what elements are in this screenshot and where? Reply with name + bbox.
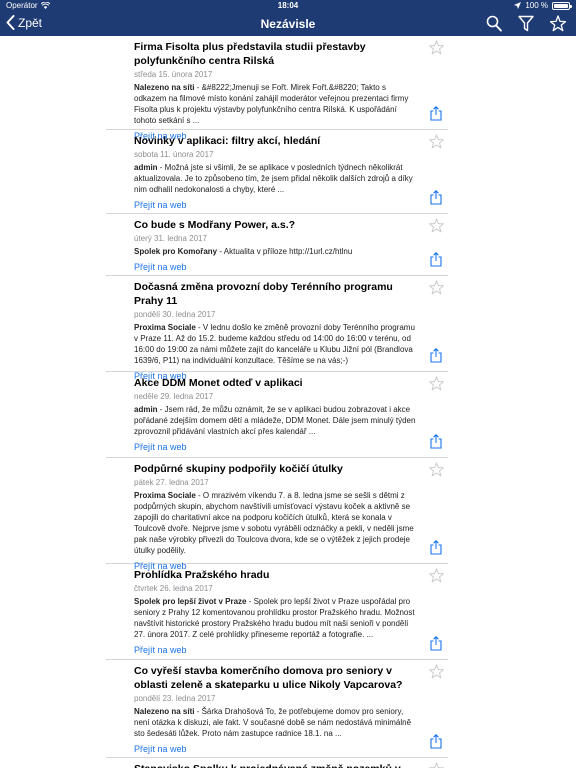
chevron-left-icon [6,15,15,30]
status-bar: Operátor 18:04 100 % [0,0,576,12]
news-title[interactable]: Stanovisko Spolku k projednávané změně p… [134,762,420,768]
news-title[interactable]: Dočasná změna provozní doby Terénního pr… [134,280,420,308]
share-icon[interactable] [430,540,442,555]
back-label: Zpět [18,15,43,30]
news-text: - Možná jste si všimli, že se aplikace v… [134,163,413,194]
back-button[interactable]: Zpět [6,15,42,30]
nav-actions [486,15,567,32]
news-date: pondělí 30. ledna 2017 [134,310,216,319]
share-icon[interactable] [430,434,442,449]
news-text: - Aktualita v příloze http://1url.cz/htl… [217,247,353,256]
share-icon[interactable] [430,734,442,749]
star-icon [549,15,567,32]
news-title[interactable]: Co bude s Modřany Power, a.s.? [134,218,420,232]
news-item[interactable]: Firma Fisolta plus představila studii př… [106,36,448,141]
search-button[interactable] [486,15,502,32]
news-date: pátek 27. ledna 2017 [134,478,209,487]
news-excerpt: admin - Možná jste si všimli, že se apli… [134,162,420,195]
news-excerpt: Nalezeno na síti - &#8222;Jmenuji se Foř… [134,82,420,126]
news-source: Nalezeno na síti [134,707,195,716]
go-to-web-link[interactable]: Přejít na web [134,644,187,656]
news-source: Proxima Sociale [134,323,196,332]
news-title[interactable]: Co vyřeší stavba komerčního domova pro s… [134,664,420,692]
news-title[interactable]: Firma Fisolta plus představila studii př… [134,40,420,68]
news-date: sobota 11. února 2017 [134,150,214,159]
news-item[interactable]: Novinky v aplikaci: filtry akcí, hledání… [106,130,448,214]
news-excerpt: Spolek pro lepší život v Praze - Spolek … [134,596,420,640]
go-to-web-link[interactable]: Přejít na web [134,441,187,453]
news-source: admin [134,163,158,172]
news-title[interactable]: Akce DDM Monet odteď v aplikaci [134,376,420,390]
news-excerpt: Nalezeno na síti - Šárka Drahošová To, ž… [134,706,420,739]
filter-button[interactable] [518,15,534,32]
news-source: Nalezeno na síti [134,83,195,92]
favorite-star-icon[interactable] [429,218,444,233]
location-arrow-icon [514,2,522,9]
share-icon[interactable] [430,106,442,121]
news-excerpt: Proxima Sociale - V lednu došlo ke změně… [134,322,420,366]
favorite-star-icon[interactable] [429,134,444,149]
news-source: Proxima Sociale [134,491,196,500]
news-item[interactable]: Podpůrné skupiny podpořily kočičí útulky… [106,458,448,571]
go-to-web-link[interactable]: Přejít na web [134,743,187,755]
go-to-web-link[interactable]: Přejít na web [134,261,187,273]
news-excerpt: admin - Jsem rád, že můžu oznámit, že se… [134,404,420,437]
clock: 18:04 [277,1,299,10]
news-text: - O mrazivém víkendu 7. a 8. ledna jsme … [134,491,414,555]
filter-icon [518,15,534,32]
battery-percent: 100 % [525,1,548,10]
share-icon[interactable] [430,348,442,363]
news-excerpt: Proxima Sociale - O mrazivém víkendu 7. … [134,490,420,556]
news-item[interactable]: Stanovisko Spolku k projednávané změně p… [106,758,448,768]
news-date: středa 15. února 2017 [134,70,213,79]
news-title[interactable]: Podpůrné skupiny podpořily kočičí útulky [134,462,420,476]
news-date: úterý 31. ledna 2017 [134,234,207,243]
favorite-star-icon[interactable] [429,762,444,768]
news-text: - Jsem rád, že můžu oznámit, že se v apl… [134,405,416,436]
battery-fill [554,3,568,8]
news-date: pondělí 23. ledna 2017 [134,694,216,703]
go-to-web-link[interactable]: Přejít na web [134,199,187,211]
news-list: Firma Fisolta plus představila studii př… [106,36,448,768]
share-icon[interactable] [430,190,442,205]
favorite-star-icon[interactable] [429,568,444,583]
news-item[interactable]: Co vyřeší stavba komerčního domova pro s… [106,660,448,758]
news-item[interactable]: Co bude s Modřany Power, a.s.? úterý 31. … [106,214,448,276]
news-source: admin [134,405,158,414]
battery-icon [552,1,572,10]
news-date: čtvrtek 26. ledna 2017 [134,584,213,593]
news-source: Spolek pro lepší život v Praze [134,597,247,606]
news-source: Spolek pro Komořany [134,247,218,256]
favorite-star-icon[interactable] [429,40,444,55]
news-date: neděle 29. ledna 2017 [134,392,214,401]
navigation-bar: Zpět Nezávisle [0,12,576,36]
news-title[interactable]: Prohlídka Pražského hradu [134,568,420,582]
news-item[interactable]: Prohlídka Pražského hradu čtvrtek 26. led… [106,564,448,660]
share-icon[interactable] [430,252,442,267]
news-excerpt: Spolek pro Komořany - Aktualita v příloz… [134,246,420,257]
favorite-star-icon[interactable] [429,280,444,295]
share-icon[interactable] [430,636,442,651]
favorite-star-icon[interactable] [429,462,444,477]
search-icon [486,15,502,32]
news-item[interactable]: Dočasná změna provozní doby Terénního pr… [106,276,448,381]
news-item[interactable]: Akce DDM Monet odteď v aplikaci neděle 29… [106,372,448,458]
favorite-star-icon[interactable] [429,664,444,679]
favorite-star-icon[interactable] [429,376,444,391]
news-title[interactable]: Novinky v aplikaci: filtry akcí, hledání [134,134,420,148]
favorites-button[interactable] [549,15,567,32]
status-right: 100 % [514,1,572,10]
